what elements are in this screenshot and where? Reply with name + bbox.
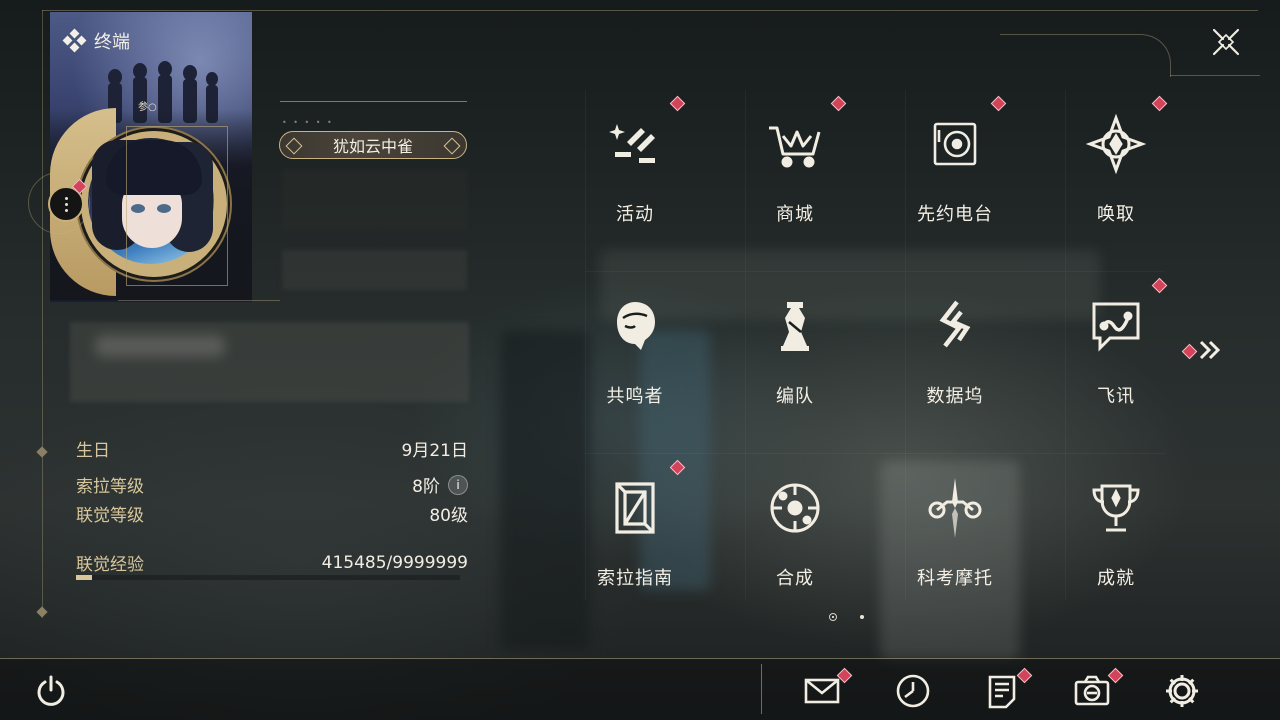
menu-item-shop[interactable]: 商城 <box>715 92 875 262</box>
radio-icon <box>933 122 977 166</box>
menu-item-team[interactable]: 编队 <box>715 274 875 444</box>
resonator-icon <box>617 302 655 350</box>
player-name: 犹如云中雀 <box>332 137 413 156</box>
notes-button[interactable] <box>984 672 1022 710</box>
exp-progress-bar <box>76 575 460 580</box>
name-dots: • • • • • <box>282 118 334 127</box>
synthesis-icon <box>770 483 820 533</box>
info-icon[interactable]: i <box>448 474 468 495</box>
signature-blur-text <box>95 335 225 357</box>
menu-item-label: 唤取 <box>1097 204 1135 225</box>
menu-item-events[interactable]: 活动 <box>555 92 715 262</box>
team-icon <box>781 302 809 351</box>
close-button[interactable] <box>1208 24 1244 60</box>
player-name-tag[interactable]: 犹如云中雀 <box>279 131 467 159</box>
bottom-vertical-divider <box>761 664 762 714</box>
stat-value-wrap: 8阶 i <box>412 472 468 497</box>
gear-icon <box>1166 675 1198 707</box>
menu-item-label: 编队 <box>776 386 814 407</box>
clock-button[interactable] <box>894 672 932 710</box>
clock-icon <box>896 674 930 708</box>
mail-icon <box>804 678 840 704</box>
stat-label: 联觉经验 <box>76 555 144 575</box>
menu-item-label: 科考摩托 <box>917 568 993 589</box>
camera-button[interactable] <box>1073 672 1111 710</box>
menu-item-data-bank[interactable]: 数据坞 <box>875 274 1035 444</box>
name-deco-icon <box>285 137 303 155</box>
data-bank-icon <box>939 300 971 348</box>
menu-item-label: 共鸣者 <box>606 386 664 407</box>
hidden-info-blur <box>282 250 467 290</box>
bottom-divider-line <box>0 658 1280 659</box>
menu-item-label: 数据坞 <box>926 386 984 407</box>
page-indicator[interactable] <box>860 615 864 619</box>
convene-icon <box>1086 114 1146 174</box>
frame-left-line <box>42 10 43 618</box>
stat-label: 生日 <box>76 441 110 461</box>
menu-item-resonators[interactable]: 共鸣者 <box>555 274 715 444</box>
stat-union-exp: 联觉经验 415485/9999999 <box>76 550 468 576</box>
card-divider <box>118 300 280 301</box>
menu-item-achievements[interactable]: 成就 <box>1036 456 1196 626</box>
hidden-info-blur <box>282 170 467 230</box>
stat-birthday: 生日 9月21日 <box>76 436 468 461</box>
close-icon <box>1212 28 1240 56</box>
exp-progress-fill <box>76 575 93 580</box>
rail-diamond <box>36 446 48 458</box>
frame-corner-curve <box>1000 34 1171 77</box>
menu-item-label: 活动 <box>616 204 654 225</box>
name-divider <box>280 101 467 102</box>
menu-item-radio[interactable]: 先约电台 <box>875 92 1035 262</box>
message-icon <box>1092 302 1140 352</box>
power-icon <box>37 675 65 706</box>
page-title: 终端 <box>62 28 130 54</box>
shop-cart-icon <box>769 126 821 168</box>
double-chevron-right-icon <box>1199 340 1221 360</box>
menu-item-label: 成就 <box>1097 568 1135 589</box>
menu-item-guidebook[interactable]: 索拉指南 <box>555 456 715 626</box>
menu-item-label: 飞讯 <box>1097 386 1135 407</box>
menu-item-label: 商城 <box>776 204 814 225</box>
page-indicator-active[interactable] <box>829 613 837 621</box>
stat-value: 80级 <box>429 506 468 526</box>
title-text: 终端 <box>94 32 130 53</box>
name-deco-icon <box>443 137 461 155</box>
mail-button[interactable] <box>803 672 841 710</box>
event-icon <box>609 124 655 163</box>
menu-item-label: 先约电台 <box>917 204 993 225</box>
guidebook-icon <box>615 482 655 534</box>
stat-union-level: 联觉等级 80级 <box>76 501 468 526</box>
stat-label: 联觉等级 <box>76 506 144 526</box>
next-page-button[interactable] <box>1195 338 1225 362</box>
stat-value: 415485/9999999 <box>321 552 468 573</box>
menu-item-motorcycle[interactable]: 科考摩托 <box>875 456 1035 626</box>
rail-diamond <box>36 606 48 618</box>
motorcycle-icon <box>928 478 982 538</box>
terminal-diamond-icon <box>62 28 87 53</box>
menu-item-messages[interactable]: 飞讯 <box>1036 274 1196 444</box>
menu-item-label: 合成 <box>776 568 814 589</box>
notes-icon <box>988 675 1016 709</box>
avatar-frame <box>126 126 228 286</box>
stat-sol-rank: 索拉等级 8阶 i <box>76 472 468 497</box>
stat-label: 索拉等级 <box>76 477 144 497</box>
stat-value: 9月21日 <box>401 441 468 461</box>
signature-blur <box>70 322 469 402</box>
menu-item-synthesis[interactable]: 合成 <box>715 456 875 626</box>
frame-right-line <box>1170 75 1260 76</box>
camera-icon <box>1074 675 1110 706</box>
power-button[interactable] <box>34 674 68 708</box>
settings-button[interactable] <box>1163 672 1201 710</box>
frame-top-line <box>42 10 1258 11</box>
menu-item-label: 索拉指南 <box>597 568 673 589</box>
terminal-screen: 参○ 终端 • • • • • 犹如云中雀 生日 9月21日 索拉等级 8阶 i <box>0 0 1280 720</box>
trophy-icon <box>1092 484 1140 532</box>
menu-item-convene[interactable]: 唤取 <box>1036 92 1196 262</box>
card-caption: 参○ <box>138 102 157 113</box>
stat-value: 8阶 <box>412 477 440 497</box>
